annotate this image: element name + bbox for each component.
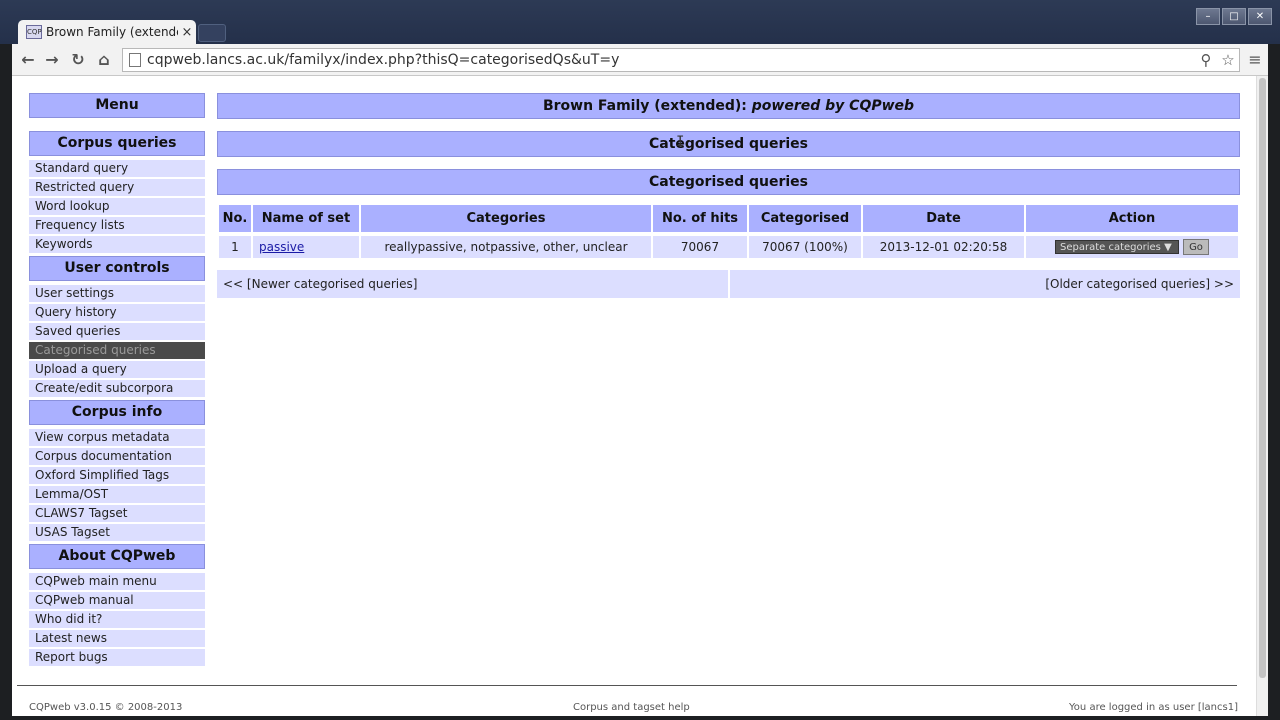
chevron-down-icon: ▼ xyxy=(1164,242,1172,253)
cell-no-of-hits: 70067 xyxy=(653,232,747,258)
sidebar-item-who-did-it[interactable]: Who did it? xyxy=(29,611,205,628)
page-viewport: Menu Corpus queries Standard query Restr… xyxy=(12,76,1268,716)
sidebar-header-corpus-info: Corpus info xyxy=(29,400,205,425)
sidebar-item-keywords[interactable]: Keywords xyxy=(29,236,205,253)
query-set-link-passive[interactable]: passive xyxy=(259,240,304,254)
cell-no: 1 xyxy=(219,232,251,258)
tab-close-icon[interactable]: × xyxy=(178,25,196,40)
sidebar-item-standard-query[interactable]: Standard query xyxy=(29,160,205,177)
back-icon[interactable]: ← xyxy=(18,50,38,70)
page-icon xyxy=(129,53,141,67)
sidebar-item-word-lookup[interactable]: Word lookup xyxy=(29,198,205,215)
table-row: 1 passive reallypassive, notpassive, oth… xyxy=(219,232,1238,258)
sidebar-item-oxford-simplified-tags[interactable]: Oxford Simplified Tags xyxy=(29,467,205,484)
sidebar-item-cqpweb-main-menu[interactable]: CQPweb main menu xyxy=(29,573,205,590)
minimize-button[interactable]: – xyxy=(1196,8,1220,25)
text-cursor-icon: I xyxy=(676,134,685,150)
sidebar-item-latest-news[interactable]: Latest news xyxy=(29,630,205,647)
footer-divider xyxy=(17,685,1237,686)
scrollbar-thumb[interactable] xyxy=(1259,78,1266,678)
sidebar-header-user-controls: User controls xyxy=(29,256,205,281)
sidebar-item-restricted-query[interactable]: Restricted query xyxy=(29,179,205,196)
sidebar-item-upload-query[interactable]: Upload a query xyxy=(29,361,205,378)
sidebar-item-cqpweb-manual[interactable]: CQPweb manual xyxy=(29,592,205,609)
table-heading: Categorised queries xyxy=(217,169,1240,195)
search-icon[interactable]: ⚲ xyxy=(1195,51,1217,69)
column-header-name-of-set: Name of set xyxy=(253,205,359,232)
page-heading: Categorised queries xyxy=(217,131,1240,157)
sidebar: Menu Corpus queries Standard query Restr… xyxy=(29,93,205,666)
column-header-categories: Categories xyxy=(361,205,651,232)
sidebar-item-categorised-queries[interactable]: Categorised queries xyxy=(29,342,205,359)
url-text[interactable]: cqpweb.lancs.ac.uk/familyx/index.php?thi… xyxy=(147,52,1195,68)
sidebar-item-view-corpus-metadata[interactable]: View corpus metadata xyxy=(29,429,205,446)
column-header-action: Action xyxy=(1026,205,1238,232)
home-icon[interactable]: ⌂ xyxy=(94,50,114,70)
maximize-button[interactable]: □ xyxy=(1222,8,1246,25)
address-bar[interactable]: cqpweb.lancs.ac.uk/familyx/index.php?thi… xyxy=(122,48,1240,72)
browser-toolbar: ← → ↻ ⌂ cqpweb.lancs.ac.uk/familyx/index… xyxy=(12,44,1268,76)
footer-help-link[interactable]: Corpus and tagset help xyxy=(573,702,690,713)
cell-action: Separate categories ▼ Go xyxy=(1026,232,1238,258)
browser-menu-icon[interactable]: ≡ xyxy=(1246,50,1264,70)
sidebar-item-claws7-tagset[interactable]: CLAWS7 Tagset xyxy=(29,505,205,522)
newer-queries-link[interactable]: << [Newer categorised queries] xyxy=(217,270,728,298)
cell-categorised: 70067 (100%) xyxy=(749,232,861,258)
column-header-no-of-hits: No. of hits xyxy=(653,205,747,232)
browser-tab[interactable]: CQP Brown Family (extended) × xyxy=(18,20,196,44)
vertical-scrollbar[interactable] xyxy=(1256,76,1268,716)
sidebar-item-frequency-lists[interactable]: Frequency lists xyxy=(29,217,205,234)
reload-icon[interactable]: ↻ xyxy=(68,50,88,70)
column-header-no: No. xyxy=(219,205,251,232)
sidebar-menu-header: Menu xyxy=(29,93,205,118)
banner-powered-by: powered by CQPweb xyxy=(751,98,915,114)
column-header-date: Date xyxy=(863,205,1024,232)
action-select[interactable]: Separate categories ▼ xyxy=(1055,240,1179,254)
footer-version: CQPweb v3.0.15 © 2008-2013 xyxy=(29,702,183,713)
sidebar-header-corpus-queries: Corpus queries xyxy=(29,131,205,156)
banner-title: Brown Family (extended): xyxy=(542,98,747,114)
sidebar-item-query-history[interactable]: Query history xyxy=(29,304,205,321)
close-window-button[interactable]: ✕ xyxy=(1248,8,1272,25)
forward-icon[interactable]: → xyxy=(42,50,62,70)
star-icon[interactable]: ☆ xyxy=(1217,51,1239,69)
older-queries-link[interactable]: [Older categorised queries] >> xyxy=(729,270,1240,298)
categorised-queries-table: No. Name of set Categories No. of hits C… xyxy=(217,205,1240,258)
action-select-value: Separate categories xyxy=(1060,242,1161,253)
sidebar-item-usas-tagset[interactable]: USAS Tagset xyxy=(29,524,205,541)
new-tab-button[interactable] xyxy=(198,24,226,42)
cell-name-of-set: passive xyxy=(253,232,359,258)
footer-login-status: You are logged in as user [lancs1] xyxy=(1069,702,1238,713)
pagination: << [Newer categorised queries] [Older ca… xyxy=(217,270,1240,298)
corpus-banner: Brown Family (extended): powered by CQPw… xyxy=(217,93,1240,119)
tab-title: Brown Family (extended) xyxy=(46,25,178,39)
sidebar-header-about-cqpweb: About CQPweb xyxy=(29,544,205,569)
window-controls: – □ ✕ xyxy=(1196,8,1272,25)
cell-date: 2013-12-01 02:20:58 xyxy=(863,232,1024,258)
cell-categories: reallypassive, notpassive, other, unclea… xyxy=(361,232,651,258)
go-button[interactable]: Go xyxy=(1183,239,1209,255)
sidebar-item-report-bugs[interactable]: Report bugs xyxy=(29,649,205,666)
sidebar-item-create-edit-subcorpora[interactable]: Create/edit subcorpora xyxy=(29,380,205,397)
sidebar-item-user-settings[interactable]: User settings xyxy=(29,285,205,302)
column-header-categorised: Categorised xyxy=(749,205,861,232)
sidebar-item-corpus-documentation[interactable]: Corpus documentation xyxy=(29,448,205,465)
favicon-icon: CQP xyxy=(26,25,42,39)
sidebar-item-lemma-ost[interactable]: Lemma/OST xyxy=(29,486,205,503)
browser-titlebar: – □ ✕ CQP Brown Family (extended) × xyxy=(0,0,1280,44)
sidebar-item-saved-queries[interactable]: Saved queries xyxy=(29,323,205,340)
